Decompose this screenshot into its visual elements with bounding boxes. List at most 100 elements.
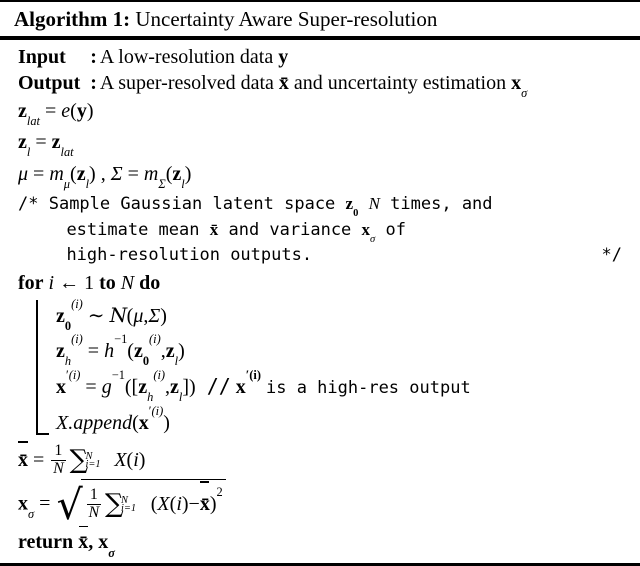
sigma-symbol: Σ bbox=[110, 163, 123, 185]
zh-close-paren: ) bbox=[178, 340, 185, 362]
zh-lhs-subscript: h bbox=[64, 354, 72, 369]
zlat-equals: = bbox=[44, 100, 57, 122]
for-start-value: 1 bbox=[84, 272, 95, 294]
assignment-zlat: zlat = e(y) bbox=[18, 100, 94, 129]
sigma-mean-xbar: x̄ bbox=[200, 481, 210, 525]
sigma-fraction-numerator: 1 bbox=[89, 485, 98, 503]
mean-term-X: X bbox=[114, 449, 127, 471]
zl-rhs: z bbox=[51, 131, 61, 153]
output-symbol-x: x bbox=[511, 72, 522, 94]
comment-line-3: high-resolution outputs. */ bbox=[18, 243, 622, 268]
mean-statement: x̄ = 1 N ∑ Ni=1 X(i) bbox=[0, 441, 640, 479]
xprime-lhs: x bbox=[56, 376, 66, 398]
xprime-arg1: z bbox=[138, 376, 148, 398]
sample-mu: μ bbox=[133, 305, 144, 327]
inline-comment-symbol-sup: ′(i) bbox=[246, 368, 261, 382]
assignment-zl: zl = zlat bbox=[0, 127, 640, 159]
zh-lhs-superscript: (i) bbox=[71, 331, 83, 346]
mean-equals: = bbox=[33, 449, 45, 471]
zlat-argument: y bbox=[76, 100, 87, 122]
append-argument-index: (i) bbox=[151, 403, 164, 418]
sample-lhs-superscript: (i) bbox=[71, 296, 83, 311]
io-spec-table: Input : A low-resolution data y Output :… bbox=[18, 44, 527, 100]
sigma-equals: = bbox=[127, 163, 139, 185]
output-value-mid: and uncertainty estimation bbox=[288, 72, 512, 94]
comment-symbol-n: N bbox=[368, 194, 380, 213]
xprime-open-bracket: ([ bbox=[124, 376, 139, 398]
to-keyword: to bbox=[99, 272, 116, 294]
comment-line-1: /* Sample Gaussian latent space z0 N tim… bbox=[18, 191, 622, 219]
output-value: A super-resolved data x̄ and uncertainty… bbox=[99, 70, 527, 100]
comment-symbol-xsigma-subscript: σ bbox=[370, 234, 376, 246]
xprime-function: g bbox=[101, 376, 112, 398]
for-keyword: for bbox=[18, 272, 44, 294]
return-statement: return x̄, xσ bbox=[0, 525, 640, 559]
sigma-minus: − bbox=[188, 492, 200, 515]
zh-arg1-subscript: 0 bbox=[142, 354, 150, 369]
mean-term-close-paren: ) bbox=[138, 449, 146, 471]
output-value-text: A super-resolved data bbox=[99, 72, 279, 94]
xprime-arg2-subscript: l bbox=[178, 390, 183, 405]
comment-line-3-text: high-resolution outputs. bbox=[66, 245, 313, 265]
zh-arg1-superscript: (i) bbox=[149, 331, 161, 346]
xprime-arg2: z bbox=[170, 376, 179, 398]
algorithm-caption-title: Uncertainty Aware Super-resolution bbox=[135, 7, 438, 31]
sigma-square-root: √ 1 N ∑ Ni=1 (X(i)−x̄)2 bbox=[55, 479, 226, 529]
comment-symbol-xbar: x̄ bbox=[209, 220, 219, 239]
m-sigma-arg-subscript: l bbox=[181, 177, 185, 192]
append-list-object: X bbox=[56, 412, 69, 434]
zh-function-inverse-exponent: −1 bbox=[114, 331, 128, 346]
zh-function: h bbox=[104, 340, 115, 362]
radical-symbol: √ bbox=[56, 480, 83, 529]
sample-close-paren: ) bbox=[160, 305, 167, 327]
zh-open-paren: ( bbox=[127, 340, 134, 362]
xprime-arg1-subscript: h bbox=[147, 390, 154, 405]
xprime-function-inverse-exponent: −1 bbox=[111, 367, 125, 382]
append-open-paren: ( bbox=[132, 412, 139, 434]
distributed-as-symbol: ∼ bbox=[87, 305, 105, 327]
sigma-summation: ∑ Ni=1 bbox=[105, 483, 136, 527]
input-colon: : bbox=[90, 46, 97, 68]
mean-fraction-denominator: N bbox=[51, 459, 66, 477]
output-label: Output bbox=[18, 72, 81, 94]
append-close-paren: ) bbox=[163, 412, 170, 434]
sigma-equals: = bbox=[39, 492, 51, 515]
xprime-lhs-superscript: (i) bbox=[68, 367, 81, 382]
return-symbol-xbar: x̄ bbox=[78, 525, 88, 557]
sigma-lhs-x: x bbox=[18, 492, 28, 515]
xprime-arg1-superscript: (i) bbox=[153, 367, 166, 382]
m-sigma-arg: z bbox=[172, 163, 182, 185]
loop-statement-xprime: x′(i) = g−1([zh(i),zl])// x′(i) is a hig… bbox=[56, 369, 640, 406]
do-keyword: do bbox=[139, 272, 161, 294]
for-loop-body-wrapper: z0(i) ∼ N(μ,Σ) zh(i) = h−1(z0(i),zl) x′(… bbox=[36, 298, 640, 441]
input-value: A low-resolution data y bbox=[100, 44, 527, 70]
mean-fraction-numerator: 1 bbox=[54, 442, 63, 460]
comment-line-1-space bbox=[358, 194, 368, 214]
normal-distribution-symbol: N bbox=[109, 303, 128, 327]
comment-line-1-text-c: times, and bbox=[379, 194, 493, 214]
algorithm-body: Input : A low-resolution data y Output :… bbox=[0, 40, 640, 563]
sigma-close-paren: ) bbox=[209, 492, 217, 515]
for-loop-variable: i bbox=[48, 272, 55, 294]
sampling-comment-block: /* Sample Gaussian latent space z0 N tim… bbox=[0, 191, 640, 268]
sigma-fraction-denominator: N bbox=[86, 503, 102, 521]
comment-line-2-text-c: of bbox=[375, 220, 406, 240]
comment-open-token: /* bbox=[18, 194, 39, 214]
sample-lhs: z bbox=[56, 305, 65, 327]
m-mu-function: m bbox=[49, 163, 64, 185]
zh-arg2-subscript: l bbox=[174, 354, 179, 369]
assignment-mu-sigma: μ = mμ(zl) , Σ = mΣ(zl) bbox=[18, 163, 192, 192]
algorithm-caption: Algorithm 1: Uncertainty Aware Super-res… bbox=[0, 2, 640, 36]
sample-sigma: Σ bbox=[148, 305, 161, 327]
zh-arg2: z bbox=[165, 340, 175, 362]
input-value-text: A low-resolution data bbox=[99, 46, 279, 68]
for-end-value: N bbox=[120, 272, 135, 294]
mean-sum-lower-limit: i=1 bbox=[85, 459, 101, 471]
comment-close-token: */ bbox=[601, 245, 622, 265]
loop-statement-zh: zh(i) = h−1(z0(i),zl) bbox=[56, 331, 640, 369]
m-sigma-function: m bbox=[143, 163, 159, 185]
loop-statement-append: X.append(x′(i)) bbox=[56, 403, 640, 441]
zlat-lhs: z bbox=[18, 100, 27, 122]
comment-symbol-xsigma: x bbox=[361, 220, 371, 239]
zh-lhs: z bbox=[56, 340, 65, 362]
